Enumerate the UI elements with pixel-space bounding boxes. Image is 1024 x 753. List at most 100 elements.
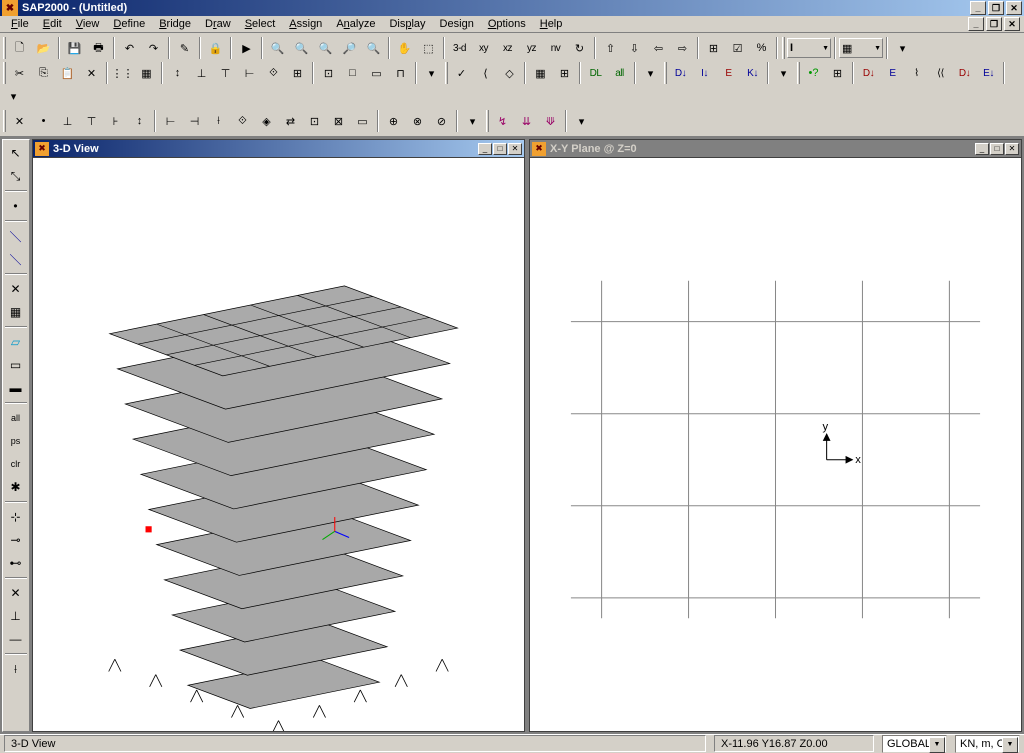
open-button[interactable]: 📂: [32, 37, 55, 59]
menu-analyze[interactable]: Analyze: [329, 16, 382, 32]
mdi-restore-button[interactable]: ❐: [986, 17, 1002, 31]
r3d-button[interactable]: ⊤: [80, 110, 103, 132]
mesh4-button[interactable]: ⊓: [389, 62, 412, 84]
assign3-button[interactable]: ⊢: [238, 62, 261, 84]
df3-button[interactable]: E: [717, 62, 740, 84]
snap-mid-tool[interactable]: ⊸: [4, 529, 27, 551]
help1-button[interactable]: •?: [802, 62, 825, 84]
grid-combo[interactable]: ▦▼: [839, 38, 883, 58]
pattern2-button[interactable]: ⊞: [553, 62, 576, 84]
dot3-button[interactable]: ▾: [639, 62, 662, 84]
view-xy-min-button[interactable]: _: [975, 143, 989, 155]
mesh3-button[interactable]: ▭: [365, 62, 388, 84]
m-button[interactable]: ⌇: [905, 62, 928, 84]
cl-tool[interactable]: clr: [4, 453, 27, 475]
run-button[interactable]: ▶: [235, 37, 258, 59]
print-button[interactable]: 🖶: [87, 37, 110, 59]
snap-point-tool[interactable]: ⊹: [4, 506, 27, 528]
r3u-button[interactable]: ⇊: [515, 110, 538, 132]
dot2-button[interactable]: ▾: [420, 62, 443, 84]
copy-button[interactable]: ⎘: [32, 62, 55, 84]
zoom-out-button[interactable]: 🔍: [362, 37, 385, 59]
area-tool[interactable]: ▱: [4, 331, 27, 353]
rect-area-tool[interactable]: ▭: [4, 354, 27, 376]
view-xy-button[interactable]: xy: [472, 37, 495, 59]
r3r-button[interactable]: ⊘: [430, 110, 453, 132]
r3k-button[interactable]: ◈: [255, 110, 278, 132]
dot5-button[interactable]: ▾: [2, 85, 25, 107]
grid1-button[interactable]: ⋮⋮: [111, 62, 134, 84]
zoom-in-button[interactable]: 🔎: [338, 37, 361, 59]
df2-button[interactable]: I↓: [693, 62, 716, 84]
assign5-button[interactable]: ⊞: [286, 62, 309, 84]
pattern1-button[interactable]: ▦: [529, 62, 552, 84]
minimize-button[interactable]: _: [970, 1, 986, 15]
r3j-button[interactable]: ⟐: [231, 110, 254, 132]
check3-button[interactable]: ◇: [498, 62, 521, 84]
sec-frame-tool[interactable]: ▦: [4, 301, 27, 323]
assign4-button[interactable]: ⟐: [262, 62, 285, 84]
menu-define[interactable]: Define: [106, 16, 152, 32]
show-button[interactable]: ⬚: [417, 37, 440, 59]
r3g-button[interactable]: ⊢: [159, 110, 182, 132]
close-button[interactable]: ✕: [1006, 1, 1022, 15]
undo-button[interactable]: ↶: [118, 37, 141, 59]
r3q-button[interactable]: ⊗: [406, 110, 429, 132]
df1-button[interactable]: D↓: [669, 62, 692, 84]
menu-select[interactable]: Select: [238, 16, 283, 32]
view-3d-titlebar[interactable]: ✖ 3-D View _ □ ✕: [33, 140, 524, 158]
rotate-button[interactable]: ↻: [568, 37, 591, 59]
r3a-button[interactable]: ✕: [8, 110, 31, 132]
ps-tool[interactable]: ps: [4, 430, 27, 452]
del-button[interactable]: D↓: [953, 62, 976, 84]
r3i-button[interactable]: ⟊: [207, 110, 230, 132]
r3e-button[interactable]: ⊦: [104, 110, 127, 132]
right-button[interactable]: ⇨: [671, 37, 694, 59]
quick-frame-tool[interactable]: ＼: [4, 248, 27, 270]
lock-button[interactable]: 🔒: [204, 37, 227, 59]
named-view-button[interactable]: ⊞: [702, 37, 725, 59]
intersect-tool[interactable]: ✱: [4, 476, 27, 498]
menu-file[interactable]: File: [4, 16, 36, 32]
r3c-button[interactable]: ⊥: [56, 110, 79, 132]
view-3d-canvas[interactable]: [33, 158, 524, 731]
mesh2-button[interactable]: □: [341, 62, 364, 84]
edit-button[interactable]: ✎: [173, 37, 196, 59]
paste-button[interactable]: 📋: [56, 62, 79, 84]
view-xy-close-button[interactable]: ✕: [1005, 143, 1019, 155]
section-combo[interactable]: I▼: [787, 38, 831, 58]
zoom-restore-button[interactable]: 🔍: [290, 37, 313, 59]
restore-button[interactable]: ❐: [988, 1, 1004, 15]
all-tool[interactable]: all: [4, 407, 27, 429]
view-3d-max-button[interactable]: □: [493, 143, 507, 155]
up-button[interactable]: ⇧: [599, 37, 622, 59]
check2-button[interactable]: ⟨: [474, 62, 497, 84]
r3t-button[interactable]: ↯: [491, 110, 514, 132]
move-button[interactable]: ↕: [166, 62, 189, 84]
menu-bridge[interactable]: Bridge: [152, 16, 198, 32]
units-select[interactable]: KN, m, C: [955, 735, 1020, 753]
view-xy-canvas[interactable]: x y: [530, 158, 1021, 731]
e-button[interactable]: E: [881, 62, 904, 84]
mdi-close-button[interactable]: ✕: [1004, 17, 1020, 31]
percent-button[interactable]: %: [750, 37, 773, 59]
r3b-button[interactable]: •: [32, 110, 55, 132]
r3v-button[interactable]: ⟱: [539, 110, 562, 132]
mdi-minimize-button[interactable]: _: [968, 17, 984, 31]
view-xy-max-button[interactable]: □: [990, 143, 1004, 155]
redo-button[interactable]: ↷: [142, 37, 165, 59]
r3p-button[interactable]: ⊕: [382, 110, 405, 132]
r3n-button[interactable]: ⊠: [327, 110, 350, 132]
snap-end-tool[interactable]: ⊷: [4, 552, 27, 574]
view-nv-button[interactable]: nv: [544, 37, 567, 59]
help2-button[interactable]: ⊞: [826, 62, 849, 84]
dl-button[interactable]: DL: [584, 62, 607, 84]
menu-view[interactable]: View: [69, 16, 107, 32]
menu-edit[interactable]: Edit: [36, 16, 69, 32]
pan-button[interactable]: ✋: [393, 37, 416, 59]
view-yz-button[interactable]: yz: [520, 37, 543, 59]
dot-button[interactable]: ▾: [891, 37, 914, 59]
snap-int-tool[interactable]: ✕: [4, 582, 27, 604]
dot4-button[interactable]: ▾: [772, 62, 795, 84]
snap-perp-tool[interactable]: ⊥: [4, 605, 27, 627]
